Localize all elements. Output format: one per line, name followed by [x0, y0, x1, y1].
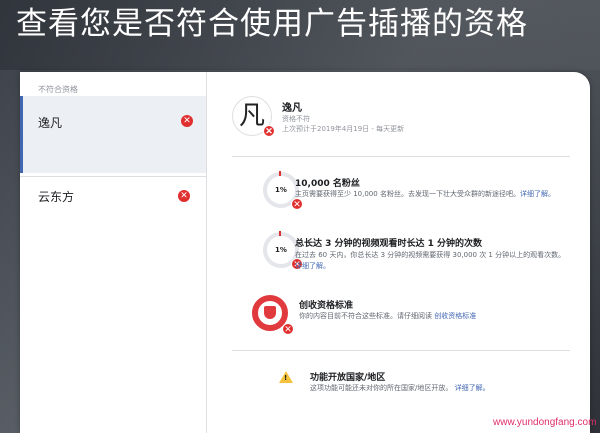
progress-ring: 1% ✕: [263, 231, 303, 270]
requirement-title: 创收资格标准: [299, 301, 354, 311]
profile-last-checked: 上次预计于2019年4月19日 - 每天更新: [282, 125, 405, 133]
standards-link[interactable]: 创收资格标准: [434, 312, 476, 320]
divider: [232, 350, 570, 351]
sidebar-section-label: 不符合资格: [38, 85, 78, 94]
requirement-title: 10,000 名粉丝: [295, 179, 360, 189]
divider: [232, 156, 570, 157]
error-icon: ✕: [181, 115, 193, 127]
learn-more-link[interactable]: 详细了解。: [295, 262, 330, 270]
requirement-description: 这项功能可能还未对你的所在国家/地区开放。 详细了解。: [310, 384, 490, 392]
progress-percent: 1%: [275, 186, 287, 194]
error-icon: ✕: [178, 190, 190, 202]
requirement-description: 主页需要获得至少 10,000 名粉丝。去发现一下壮大受众群的新途径吧。详细了解…: [295, 190, 555, 198]
eligibility-card: 不符合资格 逸凡 ✕ 云东方 ✕ 凡 ✕ 逸凡 资格不符 上次预计于2019年4…: [20, 72, 590, 433]
page-headline: 查看您是否符合使用广告插播的资格: [16, 6, 528, 42]
requirement-description: 你的内容目前不符合这些标准。请仔细阅读 创收资格标准: [299, 312, 477, 320]
error-icon: ✕: [263, 125, 275, 137]
watermark: www.yundongfang.com: [493, 417, 597, 428]
sidebar-item-yifan[interactable]: 逸凡 ✕: [20, 96, 206, 173]
avatar-glyph: 凡: [238, 101, 265, 131]
shield-icon: [264, 306, 276, 319]
sidebar-item-label: 云东方: [38, 190, 75, 204]
avatar: 凡 ✕: [232, 96, 275, 137]
eligibility-details: 凡 ✕ 逸凡 资格不符 上次预计于2019年4月19日 - 每天更新 1% ✕ …: [207, 72, 590, 433]
learn-more-link[interactable]: 详细了解。: [455, 384, 490, 392]
page-list-sidebar: 不符合资格 逸凡 ✕ 云东方 ✕: [20, 72, 207, 433]
learn-more-link[interactable]: 详细了解。: [520, 190, 555, 198]
profile-name: 逸凡: [282, 103, 302, 114]
sidebar-item-label: 逸凡: [38, 116, 63, 130]
progress-ring: 1% ✕: [263, 171, 303, 210]
requirement-description: 在过去 60 天内，你总长达 3 分钟的视频需要获得 30,000 次 1 分钟…: [295, 251, 566, 270]
monetization-standards-icon: ✕: [252, 295, 294, 335]
progress-percent: 1%: [275, 246, 287, 254]
profile-status: 资格不符: [282, 115, 310, 123]
warning-mark: !: [284, 374, 288, 382]
sidebar-item-yundongfang[interactable]: 云东方 ✕: [20, 176, 206, 250]
error-icon: ✕: [282, 323, 294, 335]
requirement-title: 总长达 3 分钟的视频观看时长达 1 分钟的次数: [295, 239, 483, 249]
requirement-title: 功能开放国家/地区: [310, 373, 386, 383]
